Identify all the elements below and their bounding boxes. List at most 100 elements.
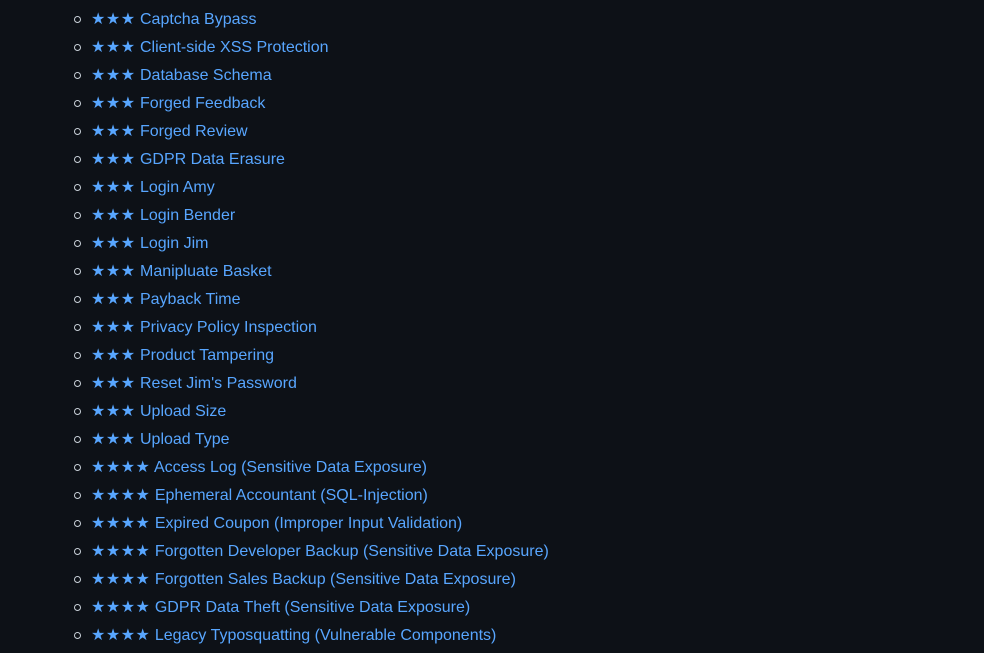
- difficulty-stars: ★★★: [91, 235, 136, 252]
- challenge-link[interactable]: ★★★★ GDPR Data Theft (Sensitive Data Exp…: [91, 599, 470, 616]
- challenge-link[interactable]: ★★★★ Forgotten Sales Backup (Sensitive D…: [91, 571, 516, 588]
- difficulty-stars: ★★★: [91, 207, 136, 224]
- bullet-icon: [74, 380, 81, 387]
- list-item: ★★★ GDPR Data Erasure: [0, 146, 549, 174]
- bullet-icon: [74, 156, 81, 163]
- challenge-name: Client-side XSS Protection: [139, 39, 329, 56]
- list-item: ★★★★ Expired Coupon (Improper Input Vali…: [0, 510, 549, 538]
- challenge-link[interactable]: ★★★ Upload Type: [91, 431, 230, 448]
- list-item: ★★★ Payback Time: [0, 286, 549, 314]
- bullet-icon: [74, 604, 81, 611]
- bullet-icon: [74, 16, 81, 23]
- list-item: ★★★ Upload Type: [0, 426, 549, 454]
- challenge-name: Database Schema: [139, 67, 272, 84]
- challenge-link[interactable]: ★★★ Login Bender: [91, 207, 235, 224]
- challenge-link[interactable]: ★★★★ Ephemeral Accountant (SQL-Injection…: [91, 487, 428, 504]
- challenge-name: Login Amy: [139, 179, 215, 196]
- list-item: ★★★ Product Tampering: [0, 342, 549, 370]
- difficulty-stars: ★★★: [91, 151, 136, 168]
- bullet-icon: [74, 184, 81, 191]
- challenge-name: Product Tampering: [139, 347, 274, 364]
- list-item: ★★★ Reset Jim's Password: [0, 370, 549, 398]
- challenge-name: Forged Feedback: [139, 95, 266, 112]
- challenge-link[interactable]: ★★★ Upload Size: [91, 403, 226, 420]
- bullet-icon: [74, 100, 81, 107]
- challenge-name: GDPR Data Theft (Sensitive Data Exposure…: [154, 599, 471, 616]
- challenge-name: Privacy Policy Inspection: [139, 319, 317, 336]
- challenge-name: Upload Type: [139, 431, 230, 448]
- challenge-link[interactable]: ★★★ Reset Jim's Password: [91, 375, 297, 392]
- bullet-icon: [74, 408, 81, 415]
- bullet-icon: [74, 268, 81, 275]
- difficulty-stars: ★★★: [91, 403, 136, 420]
- difficulty-stars: ★★★: [91, 375, 136, 392]
- challenge-link[interactable]: ★★★ GDPR Data Erasure: [91, 151, 285, 168]
- bullet-icon: [74, 548, 81, 555]
- bullet-icon: [74, 212, 81, 219]
- difficulty-stars: ★★★: [91, 67, 136, 84]
- challenge-name: Legacy Typosquatting (Vulnerable Compone…: [154, 627, 497, 644]
- list-item: ★★★★ Forgotten Developer Backup (Sensiti…: [0, 538, 549, 566]
- bullet-icon: [74, 492, 81, 499]
- list-item: ★★★ Captcha Bypass: [0, 6, 549, 34]
- challenge-name: Reset Jim's Password: [139, 375, 297, 392]
- list-item: ★★★ Manipluate Basket: [0, 258, 549, 286]
- challenge-name: Ephemeral Accountant (SQL-Injection): [154, 487, 428, 504]
- list-item: ★★★ Forged Feedback: [0, 90, 549, 118]
- difficulty-stars: ★★★★: [91, 571, 151, 588]
- list-item: ★★★ Privacy Policy Inspection: [0, 314, 549, 342]
- challenge-name: Expired Coupon (Improper Input Validatio…: [154, 515, 463, 532]
- challenge-link[interactable]: ★★★ Client-side XSS Protection: [91, 39, 329, 56]
- bullet-icon: [74, 520, 81, 527]
- difficulty-stars: ★★★: [91, 95, 136, 112]
- challenge-link[interactable]: ★★★ Privacy Policy Inspection: [91, 319, 317, 336]
- difficulty-stars: ★★★: [91, 263, 136, 280]
- challenge-list: ★★★ Captcha Bypass ★★★ Client-side XSS P…: [0, 6, 549, 650]
- challenge-link[interactable]: ★★★★ Expired Coupon (Improper Input Vali…: [91, 515, 462, 532]
- challenge-name: Forged Review: [139, 123, 248, 140]
- challenge-link[interactable]: ★★★ Payback Time: [91, 291, 240, 308]
- challenge-link[interactable]: ★★★★ Forgotten Developer Backup (Sensiti…: [91, 543, 549, 560]
- challenge-name: Access Log (Sensitive Data Exposure): [153, 459, 427, 476]
- bullet-icon: [74, 324, 81, 331]
- list-item: ★★★ Login Amy: [0, 174, 549, 202]
- list-item: ★★★ Login Bender: [0, 202, 549, 230]
- challenge-name: Login Bender: [139, 207, 236, 224]
- bullet-icon: [74, 240, 81, 247]
- challenge-link[interactable]: ★★★ Login Amy: [91, 179, 215, 196]
- difficulty-stars: ★★★: [91, 11, 136, 28]
- list-item: ★★★ Client-side XSS Protection: [0, 34, 549, 62]
- challenge-name: Manipluate Basket: [139, 263, 272, 280]
- list-item: ★★★ Forged Review: [0, 118, 549, 146]
- list-item: ★★★★ Access Log (Sensitive Data Exposure…: [0, 454, 549, 482]
- challenge-link[interactable]: ★★★★ Access Log (Sensitive Data Exposure…: [91, 459, 427, 476]
- difficulty-stars: ★★★: [91, 179, 136, 196]
- challenge-link[interactable]: ★★★ Login Jim: [91, 235, 208, 252]
- bullet-icon: [74, 128, 81, 135]
- list-item: ★★★★ Legacy Typosquatting (Vulnerable Co…: [0, 622, 549, 650]
- bullet-icon: [74, 352, 81, 359]
- list-item: ★★★★ Forgotten Sales Backup (Sensitive D…: [0, 566, 549, 594]
- challenge-name: Captcha Bypass: [139, 11, 257, 28]
- challenge-link[interactable]: ★★★ Database Schema: [91, 67, 272, 84]
- challenge-link[interactable]: ★★★★ Legacy Typosquatting (Vulnerable Co…: [91, 627, 496, 644]
- difficulty-stars: ★★★★: [91, 459, 151, 476]
- challenge-link[interactable]: ★★★ Captcha Bypass: [91, 11, 257, 28]
- difficulty-stars: ★★★★: [91, 487, 151, 504]
- challenge-name: Login Jim: [139, 235, 209, 252]
- challenge-link[interactable]: ★★★ Manipluate Basket: [91, 263, 272, 280]
- difficulty-stars: ★★★★: [91, 599, 151, 616]
- list-item: ★★★ Login Jim: [0, 230, 549, 258]
- difficulty-stars: ★★★★: [91, 627, 151, 644]
- challenge-name: Payback Time: [139, 291, 241, 308]
- difficulty-stars: ★★★: [91, 319, 136, 336]
- bullet-icon: [74, 464, 81, 471]
- bullet-icon: [74, 44, 81, 51]
- bullet-icon: [74, 296, 81, 303]
- challenge-link[interactable]: ★★★ Product Tampering: [91, 347, 274, 364]
- difficulty-stars: ★★★: [91, 347, 136, 364]
- bullet-icon: [74, 436, 81, 443]
- challenge-link[interactable]: ★★★ Forged Feedback: [91, 95, 265, 112]
- challenge-name: Upload Size: [139, 403, 227, 420]
- challenge-link[interactable]: ★★★ Forged Review: [91, 123, 248, 140]
